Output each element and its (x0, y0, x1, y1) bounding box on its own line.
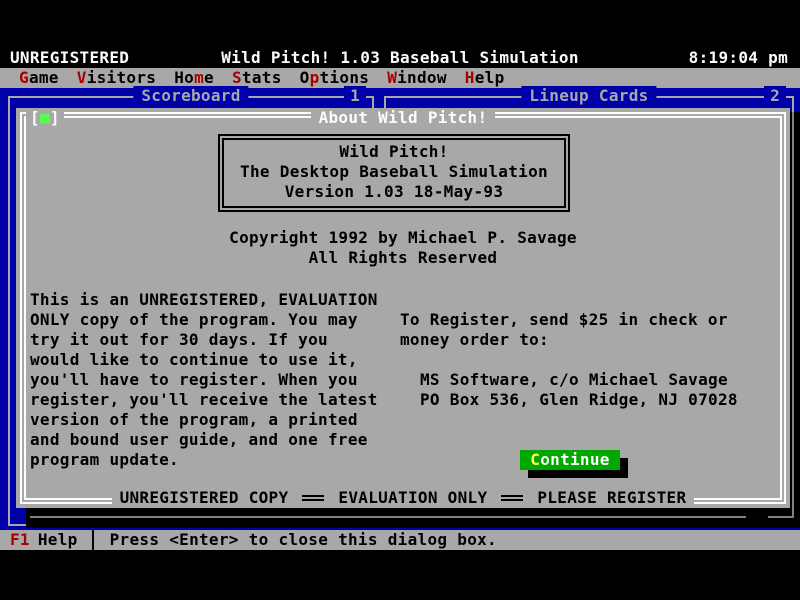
shadowed-window-border-fragment (792, 112, 794, 518)
product-name: Wild Pitch! (224, 142, 564, 162)
menu-home[interactable]: Home (165, 68, 223, 88)
dialog-shadow-bottom (26, 508, 800, 528)
copyright-block: Copyright 1992 by Michael P. Savage All … (16, 228, 790, 268)
menu-bar: Game Visitors Home Stats Options Window … (0, 68, 800, 88)
dialog-title-row: About Wild Pitch! (16, 108, 790, 128)
status-message: Press <Enter> to close this dialog box. (110, 530, 497, 550)
about-dialog: About Wild Pitch! [■] Wild Pitch! The De… (16, 108, 790, 508)
menu-visitors[interactable]: Visitors (68, 68, 165, 88)
menu-options[interactable]: Options (291, 68, 379, 88)
menu-help[interactable]: Help (456, 68, 514, 88)
window-scoreboard-number: 1 (344, 86, 366, 106)
title-bar: UNREGISTERED Wild Pitch! 1.03 Baseball S… (0, 48, 800, 68)
register-instructions: To Register, send $25 in check or money … (400, 310, 728, 350)
clock: 8:19:04 pm (689, 48, 788, 68)
dialog-title: About Wild Pitch! (311, 108, 496, 127)
menu-window[interactable]: Window (378, 68, 456, 88)
status-divider (92, 530, 94, 550)
dialog-footer: UNREGISTERED COPY EVALUATION ONLY PLEASE… (46, 488, 760, 508)
product-version: Version 1.03 18-May-93 (224, 182, 564, 202)
f1-key-label[interactable]: F1 (10, 530, 30, 550)
dos-screen: UNREGISTERED Wild Pitch! 1.03 Baseball S… (0, 0, 800, 600)
about-info-box: Wild Pitch! The Desktop Baseball Simulat… (218, 134, 570, 212)
product-tagline: The Desktop Baseball Simulation (224, 162, 564, 182)
status-bar: F1 Help Press <Enter> to close this dial… (0, 530, 800, 550)
window-lineup-cards-title: Lineup Cards (521, 86, 656, 106)
window-lineup-cards-number: 2 (764, 86, 786, 106)
help-shortcut-label[interactable]: Help (38, 530, 78, 550)
close-button[interactable]: [■] (26, 108, 64, 128)
shadowed-window-border-fragment (30, 516, 746, 518)
app-title: Wild Pitch! 1.03 Baseball Simulation (0, 48, 800, 68)
shadowed-window-border-fragment (768, 516, 793, 518)
register-address: MS Software, c/o Michael Savage PO Box 5… (420, 370, 738, 410)
desktop: Scoreboard 1 Lineup Cards 2 About Wild P… (0, 88, 800, 530)
evaluation-notice: This is an UNREGISTERED, EVALUATION ONLY… (30, 290, 378, 470)
footer-unregistered: UNREGISTERED COPY (112, 488, 297, 508)
footer-evaluation: EVALUATION ONLY (330, 488, 495, 508)
menu-game[interactable]: Game (10, 68, 68, 88)
close-icon: ■ (40, 108, 50, 127)
footer-register: PLEASE REGISTER (529, 488, 694, 508)
window-scoreboard-title: Scoreboard (133, 86, 248, 106)
double-line-divider (501, 495, 523, 501)
double-line-divider (302, 495, 324, 501)
continue-button[interactable]: Continue (520, 450, 620, 470)
menu-stats[interactable]: Stats (223, 68, 291, 88)
